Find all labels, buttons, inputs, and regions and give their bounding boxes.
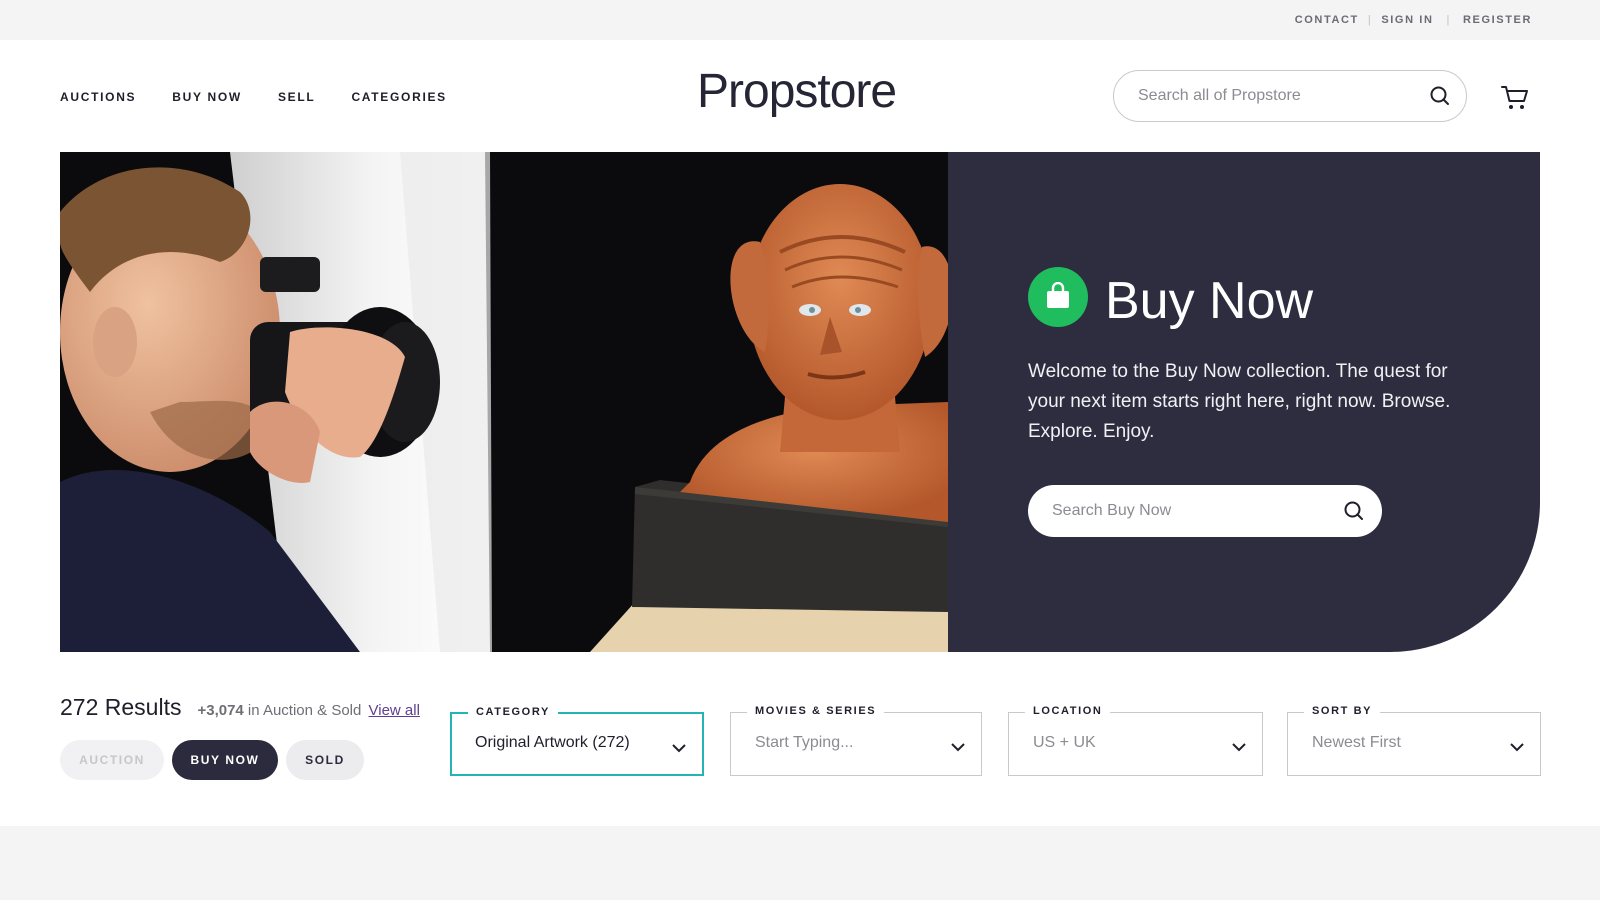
- buy-now-search: [1028, 485, 1382, 537]
- auction-pill[interactable]: AUCTION: [60, 740, 164, 780]
- location-value: US + UK: [1033, 734, 1096, 751]
- movies-series-placeholder[interactable]: Start Typing...: [755, 734, 853, 752]
- search-icon[interactable]: [1428, 84, 1452, 108]
- contact-link[interactable]: CONTACT: [1295, 14, 1359, 26]
- nav-auctions[interactable]: AUCTIONS: [60, 90, 136, 104]
- site-header: AUCTIONS BUY NOW SELL CATEGORIES Propsto…: [0, 40, 1600, 150]
- cart-icon[interactable]: [1500, 82, 1530, 112]
- sold-pill[interactable]: SOLD: [286, 740, 364, 780]
- view-all-link[interactable]: View all: [369, 702, 420, 719]
- hero-panel: Buy Now Welcome to the Buy Now collectio…: [948, 152, 1540, 652]
- utility-links: CONTACT | SIGN IN | REGISTER: [1295, 14, 1532, 26]
- buy-now-pill[interactable]: BUY NOW: [172, 740, 278, 780]
- results-count: 272 Results: [60, 694, 182, 720]
- main-nav: AUCTIONS BUY NOW SELL CATEGORIES: [60, 90, 483, 104]
- category-filter[interactable]: CATEGORY Original Artwork (272): [450, 706, 704, 776]
- location-filter[interactable]: LOCATION US + UK: [1008, 705, 1263, 776]
- sort-by-value: Newest First: [1312, 734, 1401, 751]
- nav-categories[interactable]: CATEGORIES: [351, 90, 446, 104]
- site-search: [1113, 70, 1467, 122]
- shopping-bag-badge: [1028, 267, 1088, 327]
- site-search-input[interactable]: [1138, 85, 1418, 107]
- listing-area-background: [0, 826, 1600, 900]
- chevron-down-icon: [1232, 739, 1246, 752]
- extra-label: in Auction & Sold: [243, 702, 362, 719]
- location-label: LOCATION: [1025, 705, 1111, 717]
- extra-count: +3,074: [197, 702, 244, 719]
- movies-series-label: MOVIES & SERIES: [747, 705, 885, 717]
- propstore-logo[interactable]: Propstore: [697, 64, 897, 119]
- results-summary: 272 Results +3,074 in Auction & Sold Vie…: [60, 694, 420, 721]
- movies-series-filter[interactable]: MOVIES & SERIES Start Typing...: [730, 705, 982, 776]
- hero-image: [60, 152, 948, 652]
- hero-title: Buy Now: [1105, 272, 1314, 330]
- sort-by-label: SORT BY: [1304, 705, 1381, 717]
- category-label: CATEGORY: [468, 706, 558, 718]
- sign-in-link[interactable]: SIGN IN: [1381, 14, 1433, 26]
- sort-by-filter[interactable]: SORT BY Newest First: [1287, 705, 1541, 776]
- nav-buy-now[interactable]: BUY NOW: [172, 90, 242, 104]
- buy-now-search-input[interactable]: [1052, 500, 1332, 522]
- chevron-down-icon: [951, 739, 965, 752]
- chevron-down-icon: [1510, 739, 1524, 752]
- nav-sell[interactable]: SELL: [278, 90, 315, 104]
- hero-description: Welcome to the Buy Now collection. The q…: [1028, 361, 1451, 442]
- category-value: Original Artwork (272): [475, 734, 630, 751]
- divider: |: [1446, 14, 1451, 26]
- search-icon[interactable]: [1342, 499, 1366, 523]
- results-extra: +3,074 in Auction & Sold View all: [197, 702, 419, 719]
- chevron-down-icon: [672, 740, 686, 753]
- utility-bar: CONTACT | SIGN IN | REGISTER: [0, 0, 1600, 40]
- register-link[interactable]: REGISTER: [1463, 14, 1532, 26]
- divider: |: [1367, 14, 1373, 26]
- mode-toggle: AUCTION BUY NOW SOLD: [60, 740, 372, 780]
- hero-banner: Buy Now Welcome to the Buy Now collectio…: [60, 152, 1540, 652]
